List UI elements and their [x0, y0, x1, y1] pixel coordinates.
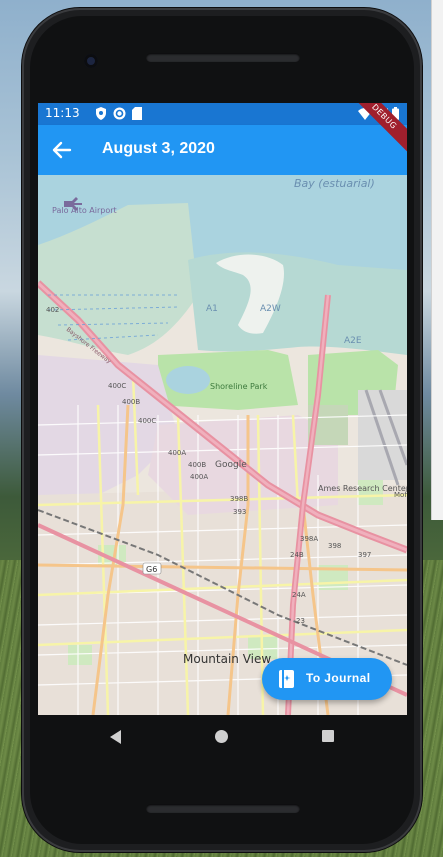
phone-screen: 11:13 August 3, 2020 DEBUG Bay (estuaria…: [38, 103, 407, 715]
recents-icon[interactable]: [321, 729, 335, 743]
home-icon[interactable]: [214, 729, 229, 744]
route-397: 397: [358, 551, 371, 559]
map-label-a2e: A2E: [344, 336, 362, 346]
route-393: 393: [233, 508, 246, 516]
route-402: 402: [46, 306, 59, 314]
map-label-a2w: A2W: [260, 304, 281, 314]
to-journal-label: To Journal: [306, 671, 371, 685]
status-time: 11:13: [45, 106, 80, 120]
map-label-google: Google: [215, 460, 247, 470]
earpiece-speaker: [146, 53, 300, 62]
route-24a: 24A: [292, 591, 306, 599]
debug-banner: DEBUG: [357, 103, 407, 153]
journal-icon: [279, 670, 294, 688]
route-400b-2: 400B: [188, 461, 206, 469]
route-400a: 400A: [168, 449, 186, 457]
status-notification-icons: [95, 107, 142, 120]
debug-banner-label: DEBUG: [357, 103, 407, 153]
route-400a-2: 400A: [190, 473, 208, 481]
route-398b: 398B: [230, 495, 248, 503]
android-nav-bar: [38, 715, 407, 759]
bottom-speaker: [146, 804, 300, 813]
route-398a: 398A: [300, 535, 318, 543]
background-window: [431, 0, 443, 520]
map-label-a1: A1: [206, 304, 218, 314]
map-label-bay: Bay (estuarial): [294, 177, 375, 190]
map-label-airport: Palo Alto Airport: [52, 206, 117, 215]
back-arrow-icon[interactable]: [48, 136, 76, 164]
front-camera: [84, 54, 98, 68]
map-label-moffett: Moffett Federal Airfield: [394, 491, 407, 499]
map-view[interactable]: Bay (estuarial) Palo Alto Airport A1 A2W…: [38, 175, 407, 715]
route-400b: 400B: [122, 398, 140, 406]
route-g6: G6: [146, 565, 157, 574]
route-24b: 24B: [290, 551, 304, 559]
route-400c: 400C: [108, 382, 126, 390]
app-bar: August 3, 2020: [38, 125, 407, 175]
map-label-park: Shoreline Park: [210, 382, 268, 391]
sync-icon: [113, 107, 126, 120]
route-400c-2: 400C: [138, 417, 156, 425]
status-bar: 11:13: [38, 103, 407, 125]
route-23: 23: [296, 617, 305, 625]
back-icon[interactable]: [108, 729, 122, 745]
sd-card-icon: [132, 107, 142, 120]
page-title: August 3, 2020: [102, 140, 215, 157]
map-label-mountain-view: Mountain View: [183, 652, 271, 666]
route-398: 398: [328, 542, 341, 550]
shield-icon: [96, 107, 106, 120]
to-journal-button[interactable]: To Journal: [262, 658, 392, 700]
